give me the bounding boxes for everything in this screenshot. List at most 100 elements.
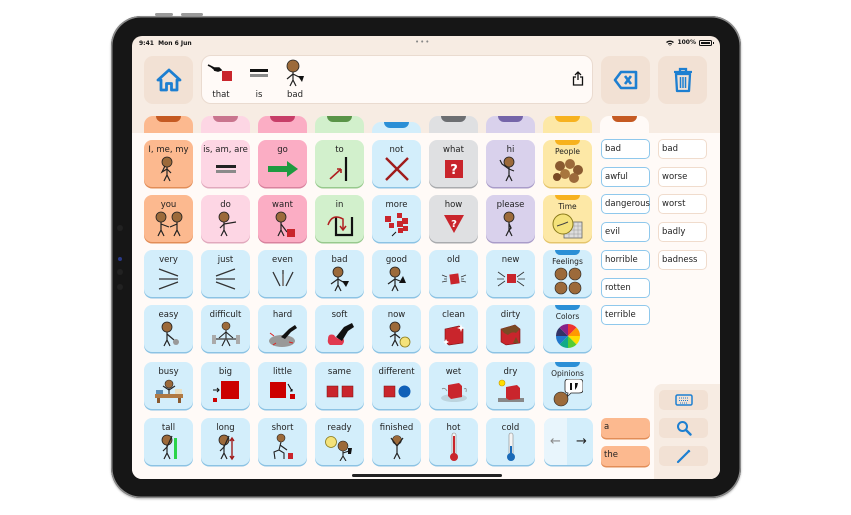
button-label: cold	[501, 423, 520, 433]
word-button-how[interactable]: how?	[429, 195, 478, 242]
button-label: not	[389, 145, 404, 155]
category-button-time[interactable]: Time	[543, 195, 592, 242]
green-arrow-icon	[258, 155, 307, 183]
word-button-hi[interactable]: hi	[486, 140, 535, 187]
word-button-is-am-are[interactable]: is, am, are	[201, 140, 250, 187]
clear-button[interactable]	[658, 56, 707, 104]
tab-color-marker	[384, 122, 409, 128]
word-button-dry[interactable]: dry	[486, 362, 535, 409]
previous-page-button[interactable]: ←	[544, 418, 567, 465]
word-form-suggestion[interactable]: badly	[658, 222, 707, 243]
word-button-very[interactable]: very	[144, 250, 193, 297]
status-right: 100%	[666, 39, 714, 46]
word-button-in[interactable]: in	[315, 195, 364, 242]
word-button-what[interactable]: what?	[429, 140, 478, 187]
word-form-suggestion[interactable]: bad	[658, 139, 707, 159]
word-button-easy[interactable]: easy	[144, 305, 193, 352]
word-button-hard[interactable]: hard	[258, 305, 307, 352]
button-label: short	[271, 423, 294, 433]
word-button-finished[interactable]: finished	[372, 418, 421, 465]
word-button-please[interactable]: please	[486, 195, 535, 242]
word-form-suggestion[interactable]: worst	[658, 194, 707, 215]
word-button-dirty[interactable]: dirty	[486, 305, 535, 352]
synonym-suggestion[interactable]: terrible	[601, 305, 650, 326]
backspace-button[interactable]	[601, 56, 650, 104]
home-button[interactable]	[144, 56, 193, 104]
word-button-little[interactable]: little	[258, 362, 307, 409]
edit-button[interactable]	[659, 446, 708, 466]
word-button-wet[interactable]: wet	[429, 362, 478, 409]
category-button-opinions[interactable]: Opinions	[543, 362, 592, 409]
word-button-go[interactable]: go	[258, 140, 307, 187]
many-squares-icon	[372, 210, 421, 238]
word-button-long[interactable]: long	[201, 418, 250, 465]
word-button-cold[interactable]: cold	[486, 418, 535, 465]
word-button-just[interactable]: just	[201, 250, 250, 297]
category-button-colors[interactable]: Colors	[543, 305, 592, 352]
synonym-suggestion[interactable]: horrible	[601, 249, 650, 270]
word-button-big[interactable]: big	[201, 362, 250, 409]
word-button-even[interactable]: even	[258, 250, 307, 297]
battery-icon	[699, 39, 714, 46]
tab-color-marker	[441, 116, 466, 122]
keyboard-button[interactable]	[659, 390, 708, 410]
word-button-soft[interactable]: soft	[315, 305, 364, 352]
red-x-icon	[372, 155, 421, 183]
button-label: little	[273, 367, 292, 377]
word-button-good[interactable]: good	[372, 250, 421, 297]
message-word[interactable]: bad	[280, 59, 310, 100]
word-button-new[interactable]: new	[486, 250, 535, 297]
word-button-do[interactable]: do	[201, 195, 250, 242]
button-label: hi	[506, 145, 515, 155]
battery-percent: 100%	[677, 39, 696, 46]
article-button[interactable]: a	[601, 418, 650, 438]
share-button[interactable]	[572, 71, 584, 90]
button-label: very	[159, 255, 178, 265]
equals-icon	[201, 155, 250, 183]
shiny-cube-icon	[429, 320, 478, 348]
word-button-different[interactable]: different	[372, 362, 421, 409]
synonym-suggestion[interactable]: dangerous	[601, 194, 650, 215]
word-button-want[interactable]: want	[258, 195, 307, 242]
word-form-suggestion[interactable]: worse	[658, 166, 707, 187]
word-button-hot[interactable]: hot	[429, 418, 478, 465]
word-form-suggestion[interactable]: badness	[658, 249, 707, 270]
synonym-suggestion[interactable]: rotten	[601, 277, 650, 298]
word-button-busy[interactable]: busy	[144, 362, 193, 409]
status-bar: 9:41 Mon 6 Jun ••• 100%	[132, 36, 720, 50]
multitask-dots[interactable]: •••	[415, 38, 430, 46]
article-button[interactable]: the	[601, 445, 650, 466]
word-button-tall[interactable]: tall	[144, 418, 193, 465]
word-button-to[interactable]: to	[315, 140, 364, 187]
message-word[interactable]: that	[206, 59, 236, 100]
word-button-same[interactable]: same	[315, 362, 364, 409]
category-button-feelings[interactable]: Feelings	[543, 250, 592, 297]
person-thumbs-down-icon	[315, 265, 364, 293]
word-button-bad[interactable]: bad	[315, 250, 364, 297]
word-button-not[interactable]: not	[372, 140, 421, 187]
button-label: different	[378, 367, 415, 377]
word-button-more[interactable]: more	[372, 195, 421, 242]
word-button-i-me-my[interactable]: I, me, my	[144, 140, 193, 187]
pencil-icon	[676, 449, 690, 464]
message-bar[interactable]: that is bad	[201, 55, 593, 104]
word-button-clean[interactable]: clean	[429, 305, 478, 352]
synonym-suggestion[interactable]: bad	[601, 139, 650, 159]
message-word[interactable]: is	[244, 59, 274, 100]
search-button[interactable]	[659, 418, 708, 438]
person-please-icon	[486, 210, 535, 238]
home-indicator[interactable]	[352, 474, 502, 477]
word-button-short[interactable]: short	[258, 418, 307, 465]
synonym-suggestion[interactable]: awful	[601, 166, 650, 187]
word-button-you[interactable]: you	[144, 195, 193, 242]
word-button-ready[interactable]: ready	[315, 418, 364, 465]
button-label: good	[385, 255, 408, 265]
new-square-icon	[486, 265, 535, 293]
synonym-suggestion[interactable]: evil	[601, 222, 650, 243]
word-button-old[interactable]: old	[429, 250, 478, 297]
next-page-button[interactable]: →	[570, 418, 593, 465]
word-button-now[interactable]: now	[372, 305, 421, 352]
category-button-people[interactable]: People	[543, 140, 592, 187]
button-label: now	[387, 310, 406, 320]
word-button-difficult[interactable]: difficult	[201, 305, 250, 352]
